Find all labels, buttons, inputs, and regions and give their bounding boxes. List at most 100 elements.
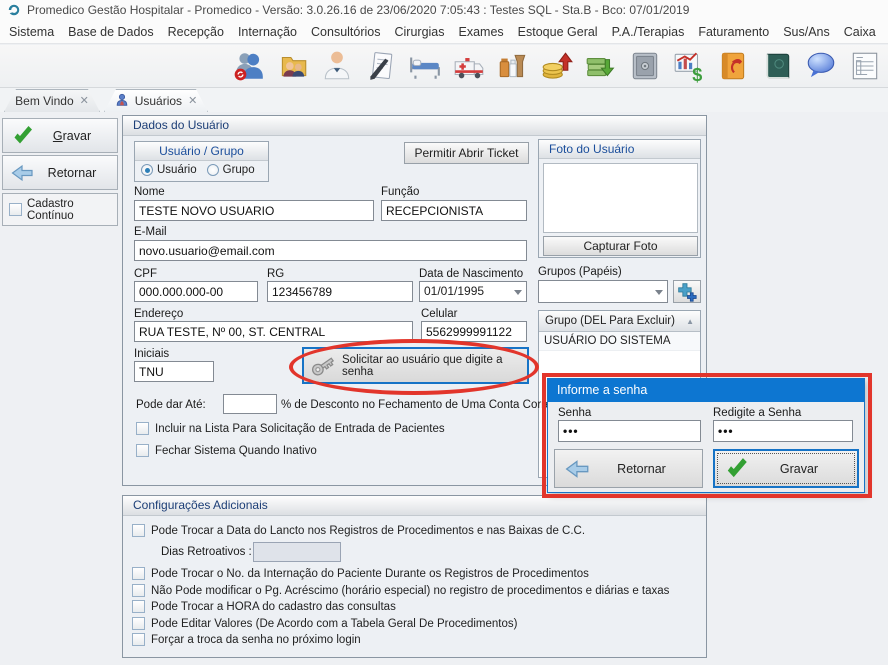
radio-grupo[interactable] <box>207 164 219 176</box>
funcao-input[interactable] <box>381 200 527 221</box>
financial-charts-icon[interactable]: $ <box>671 48 707 84</box>
chevron-down-icon <box>514 290 522 295</box>
retornar-button[interactable]: Retornar <box>2 155 118 190</box>
dialog-retornar-button[interactable]: Retornar <box>554 449 703 488</box>
payments-down-icon[interactable] <box>583 48 619 84</box>
forcar-troca-senha-label: Forçar a troca da senha no próximo login <box>151 634 361 646</box>
add-grupo-button[interactable] <box>673 280 701 303</box>
fechar-sistema-checkbox[interactable] <box>136 444 149 457</box>
pharmacy-stock-icon[interactable] <box>495 48 531 84</box>
revenue-up-icon[interactable] <box>539 48 575 84</box>
tab-usuarios[interactable]: Usuários ✕ <box>104 89 208 112</box>
grupos-papeis-combo[interactable] <box>538 280 668 303</box>
trocar-data-lancto-label: Pode Trocar a Data do Lancto nos Registr… <box>151 525 585 537</box>
forcar-troca-senha-checkbox[interactable] <box>132 633 145 646</box>
cadastro-continuo-checkbox[interactable] <box>9 203 22 216</box>
nao-modificar-pg-checkbox[interactable] <box>132 584 145 597</box>
menu-sistema[interactable]: Sistema <box>2 25 61 39</box>
config-row: Não Pode modificar o Pg. Acréscimo (horá… <box>132 583 669 598</box>
celular-input[interactable] <box>421 321 527 342</box>
redigite-senha-input[interactable] <box>713 420 853 442</box>
patient-records-icon[interactable] <box>275 48 311 84</box>
toolbar: $ <box>0 45 888 88</box>
phone-book-icon[interactable] <box>715 48 751 84</box>
tab-bem-vindo-label: Bem Vindo <box>15 94 73 108</box>
grupo-list-header[interactable]: Grupo (DEL Para Excluir) ▲ <box>539 311 700 332</box>
permitir-abrir-ticket-button[interactable]: Permitir Abrir Ticket <box>404 142 529 164</box>
menu-internacao[interactable]: Internação <box>231 25 304 39</box>
tab-bem-vindo[interactable]: Bem Vindo ✕ <box>4 89 100 112</box>
endereco-input[interactable] <box>134 321 413 342</box>
desconto-input[interactable] <box>223 394 277 414</box>
solicitar-senha-label: Solicitar ao usuário que digite a senha <box>342 354 523 378</box>
add-plus-icon <box>677 282 697 302</box>
arrow-left-icon <box>11 161 35 185</box>
trocar-no-internacao-label: Pode Trocar o No. da Internação do Pacie… <box>151 568 589 580</box>
email-label: E-Mail <box>134 226 167 238</box>
chat-icon[interactable] <box>803 48 839 84</box>
dialog-gravar-button[interactable]: Gravar <box>713 449 859 488</box>
menu-estoque-geral[interactable]: Estoque Geral <box>511 25 605 39</box>
retornar-label: Retornar <box>35 166 109 180</box>
incluir-lista-row: Incluir na Lista Para Solicitação de Ent… <box>136 421 445 436</box>
menu-administracao[interactable]: Administra <box>883 25 888 39</box>
nome-input[interactable] <box>134 200 374 221</box>
rg-input[interactable] <box>267 281 413 302</box>
config-row: Pode Trocar a HORA do cadastro das consu… <box>132 599 396 614</box>
iniciais-input[interactable] <box>134 361 214 382</box>
safe-icon[interactable] <box>627 48 663 84</box>
data-nascimento-combo[interactable]: 01/01/1995 <box>419 281 527 302</box>
radio-usuario[interactable] <box>141 164 153 176</box>
trocar-hora-checkbox[interactable] <box>132 600 145 613</box>
key-icon <box>308 351 338 381</box>
trocar-hora-label: Pode Trocar a HORA do cadastro das consu… <box>151 601 396 613</box>
hospital-bed-icon[interactable] <box>407 48 443 84</box>
foto-preview <box>543 163 698 233</box>
promedico-logo-icon <box>7 3 21 17</box>
trocar-no-internacao-checkbox[interactable] <box>132 567 145 580</box>
dialog-gravar-label: Gravar <box>750 462 848 476</box>
editar-valores-checkbox[interactable] <box>132 617 145 630</box>
senha-input[interactable] <box>558 420 701 442</box>
gravar-label: Gravar <box>35 129 109 143</box>
ambulance-icon[interactable] <box>451 48 487 84</box>
trocar-data-lancto-checkbox[interactable] <box>132 524 145 537</box>
doctor-icon[interactable] <box>319 48 355 84</box>
tab-bem-vindo-close-icon[interactable]: ✕ <box>80 96 89 107</box>
editar-valores-label: Pode Editar Valores (De Acordo com a Tab… <box>151 618 517 630</box>
grupo-list-item[interactable]: USUÁRIO DO SISTEMA <box>539 332 700 351</box>
configuracoes-adicionais-group: Configurações Adicionais Pode Trocar a D… <box>122 495 707 658</box>
rg-label: RG <box>267 268 284 280</box>
dias-retroativos-input <box>253 542 341 562</box>
incluir-lista-checkbox[interactable] <box>136 422 149 435</box>
ledger-book-icon[interactable] <box>759 48 795 84</box>
solicitar-senha-button[interactable]: Solicitar ao usuário que digite a senha <box>302 347 529 384</box>
email-input[interactable] <box>134 240 527 261</box>
menu-sus-ans[interactable]: Sus/Ans <box>776 25 837 39</box>
reports-form-icon[interactable] <box>847 48 883 84</box>
configuracoes-adicionais-header: Configurações Adicionais <box>123 496 706 516</box>
gravar-button[interactable]: Gravar <box>2 118 118 153</box>
grupo-list-header-label: Grupo (DEL Para Excluir) <box>545 315 675 327</box>
menu-recepcao[interactable]: Recepção <box>161 25 231 39</box>
menu-pa-terapias[interactable]: P.A./Terapias <box>605 25 692 39</box>
desconto-prefix-label: Pode dar Até: <box>136 399 206 411</box>
grupos-papeis-label: Grupos (Papéis) <box>538 266 622 278</box>
menu-base-de-dados[interactable]: Base de Dados <box>61 25 160 39</box>
cpf-input[interactable] <box>134 281 258 302</box>
menu-exames[interactable]: Exames <box>452 25 511 39</box>
menu-faturamento[interactable]: Faturamento <box>691 25 776 39</box>
prescription-icon[interactable] <box>363 48 399 84</box>
menu-caixa[interactable]: Caixa <box>837 25 883 39</box>
check-icon <box>724 456 750 482</box>
dias-retroativos-label: Dias Retroativos : <box>161 546 252 558</box>
capturar-foto-button[interactable]: Capturar Foto <box>543 236 698 256</box>
cadastro-continuo-panel: Cadastro Contínuo <box>2 193 118 226</box>
nome-label: Nome <box>134 186 165 198</box>
endereco-label: Endereço <box>134 308 183 320</box>
users-icon[interactable] <box>231 48 267 84</box>
user-icon <box>115 93 129 110</box>
tab-usuarios-close-icon[interactable]: ✕ <box>188 96 197 107</box>
menu-consultorios[interactable]: Consultórios <box>304 25 387 39</box>
menu-cirurgias[interactable]: Cirurgias <box>388 25 452 39</box>
